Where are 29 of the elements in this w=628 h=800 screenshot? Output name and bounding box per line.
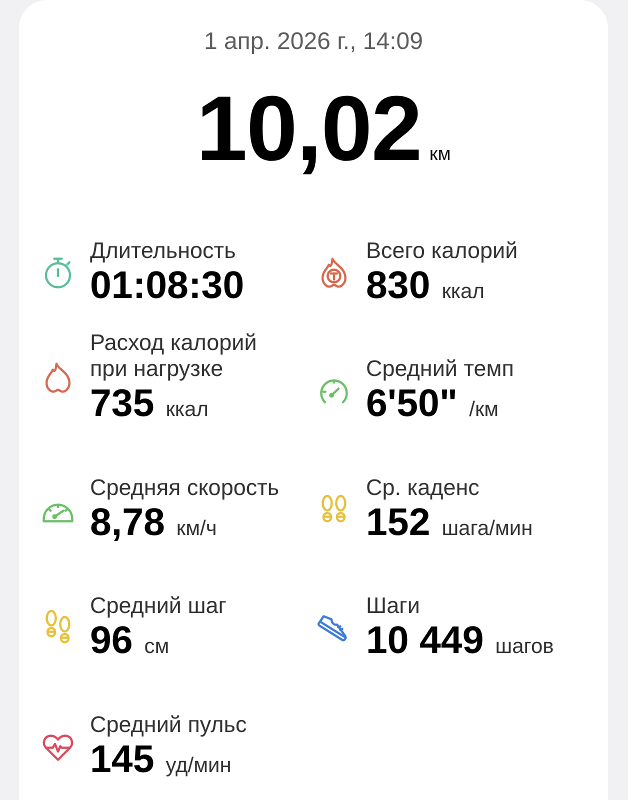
distance-value: 10,02: [196, 83, 422, 175]
stat-value: 01:08:30: [90, 264, 244, 306]
stat-label: Шаги: [366, 593, 421, 619]
stat-value: 6'50": [366, 382, 458, 425]
stat-unit: шагов: [495, 635, 554, 658]
stat-value: 735: [90, 382, 154, 425]
stat-label: Длительность: [90, 238, 237, 264]
stat-label: Ср. каденс: [366, 474, 480, 500]
stat-value: 8,78: [90, 500, 165, 544]
stat-unit: ккал: [442, 280, 484, 302]
stat-label: Средняя скорость: [90, 474, 280, 500]
stat-value: 10 449: [366, 619, 484, 662]
stat-label: Средний пульс: [90, 712, 247, 738]
stat-unit: шага/мин: [442, 516, 533, 540]
stat-value: 830: [366, 264, 430, 306]
stat-unit: ккал: [166, 398, 208, 421]
stat-value: 152: [366, 500, 430, 544]
stat-unit: /км: [469, 398, 499, 421]
stat-unit: уд/мин: [166, 754, 232, 776]
stat-value: 96: [90, 619, 133, 662]
stat-label: Средний шаг: [90, 593, 226, 619]
stat-label: Средний темп: [366, 356, 514, 382]
stat-unit: км/ч: [176, 516, 217, 540]
stat-label: Всего калорий: [366, 238, 518, 264]
date-text: 1 апр. 2026 г., 14:09: [203, 27, 424, 57]
stat-value: 145: [90, 738, 154, 780]
stat-unit: см: [144, 635, 170, 658]
stat-label: Расход калорий при нагрузке: [90, 330, 258, 382]
distance-unit: км: [429, 145, 451, 164]
